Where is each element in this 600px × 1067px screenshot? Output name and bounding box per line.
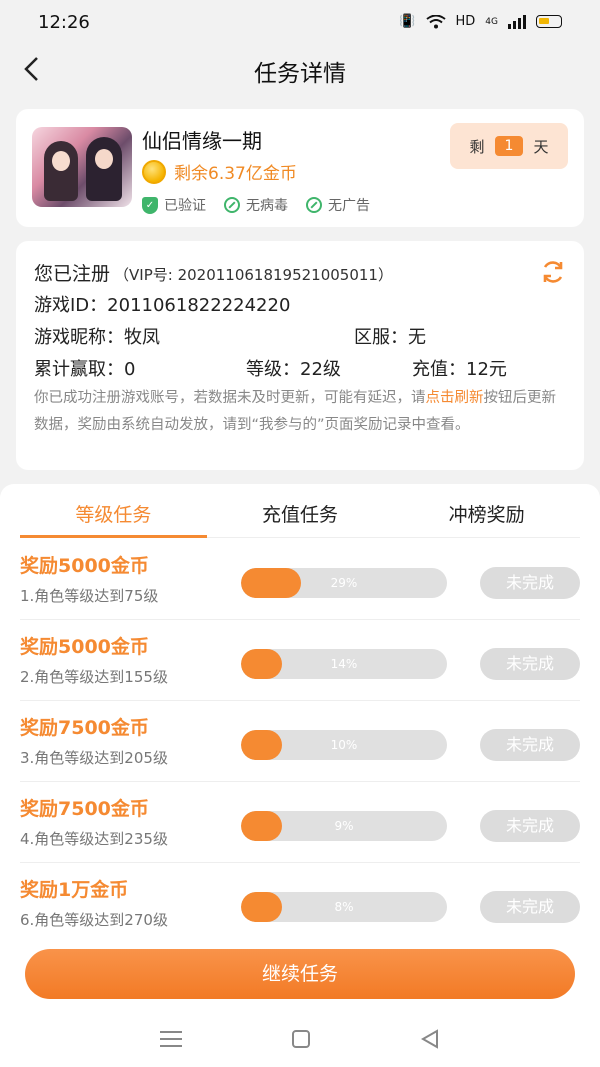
continue-task-button[interactable]: 继续任务 (25, 949, 575, 999)
task-status-button[interactable]: 未完成 (480, 567, 580, 599)
task-progress-label: 14% (330, 657, 358, 671)
vibrate-icon: 📳 (399, 14, 416, 29)
days-remaining-count: 1 (494, 136, 524, 156)
task-status-button[interactable]: 未完成 (480, 648, 580, 680)
task-reward: 奖励1万金币 (20, 879, 129, 901)
shield-check-icon: ✓ (142, 196, 158, 214)
no-virus-icon (224, 197, 240, 213)
task-description: 3.角色等级达到205级 (20, 749, 168, 767)
system-nav-bar (0, 1010, 600, 1067)
registration-title: 您已注册 （VIP号: 20201106181952100501​1） (34, 263, 393, 285)
game-card: 仙侣情缘一期 剩余6.37亿金币 ✓ 已验证 无病毒 无广告 剩 1 天 (16, 109, 584, 227)
task-description: 6.角色等级达到270级 (20, 911, 168, 929)
status-bar: 12:26 📳 HD 4G (0, 0, 600, 46)
signal-type: 4G (485, 16, 498, 27)
recharge-amount: 充值：12元 (412, 359, 507, 380)
task-progress-label: 29% (330, 576, 358, 590)
coins-left-text: 剩余6.37亿金币 (174, 164, 297, 184)
task-reward: 奖励5000金币 (20, 636, 149, 658)
badge-no-ads: 无广告 (306, 195, 370, 215)
task-progress-bar: 9% (241, 811, 447, 841)
task-row: 奖励7500金币 3.角色等级达到205级 10% 未完成 (20, 701, 580, 782)
task-progress-label: 9% (334, 819, 354, 833)
badges: ✓ 已验证 无病毒 无广告 (142, 195, 370, 215)
game-server: 区服：无 (354, 327, 426, 348)
task-reward: 奖励7500金币 (20, 798, 149, 820)
task-tabs: 等级任务 充值任务 冲榜奖励 (20, 484, 580, 538)
task-reward: 奖励7500金币 (20, 717, 149, 739)
game-id: 游戏ID：2011061822224220 (34, 295, 291, 316)
task-description: 1.角色等级达到75级 (20, 587, 159, 605)
days-remaining: 剩 1 天 (450, 123, 568, 169)
coins-left: 剩余6.37亿金币 (142, 159, 297, 184)
registration-note: 你已成功注册游戏账号，若数据未及时更新，可能有延迟，请点击刷新按钮后更新数据，奖… (34, 390, 556, 433)
task-progress-bar: 10% (241, 730, 447, 760)
vip-number: （VIP号: 20201106181952100501​1） (114, 266, 393, 284)
task-progress-bar: 14% (241, 649, 447, 679)
click-refresh-link[interactable]: 点击刷新 (426, 390, 484, 406)
task-progress-bar: 8% (241, 892, 447, 922)
task-status-button[interactable]: 未完成 (480, 810, 580, 842)
task-progress-label: 8% (334, 900, 354, 914)
back-triangle-icon[interactable] (420, 1028, 440, 1049)
badge-no-virus: 无病毒 (224, 195, 288, 215)
menu-icon[interactable] (160, 1030, 182, 1047)
tab-recharge-tasks[interactable]: 充值任务 (207, 484, 394, 537)
task-row: 奖励5000金币 1.角色等级达到75级 29% 未完成 (20, 539, 580, 620)
coin-icon (142, 159, 166, 184)
nav-bar: 任务详情 (0, 46, 600, 92)
total-earned: 累计赢取：0 (34, 359, 136, 380)
badge-verified: ✓ 已验证 (142, 195, 206, 215)
signal-icon (508, 14, 526, 29)
task-status-button[interactable]: 未完成 (480, 891, 580, 923)
task-row: 奖励7500金币 4.角色等级达到235级 9% 未完成 (20, 782, 580, 863)
task-description: 4.角色等级达到235级 (20, 830, 168, 848)
registration-card: 您已注册 （VIP号: 20201106181952100501​1） 游戏ID：… (16, 241, 584, 470)
wifi-icon (425, 14, 446, 28)
no-ads-icon (306, 197, 322, 213)
task-progress-bar: 29% (241, 568, 447, 598)
battery-icon (536, 15, 562, 28)
tab-ranking-rewards[interactable]: 冲榜奖励 (393, 484, 580, 537)
status-icons: 📳 HD 4G (399, 14, 562, 29)
task-row: 奖励5000金币 2.角色等级达到155级 14% 未完成 (20, 620, 580, 701)
game-cover-image[interactable] (32, 127, 132, 207)
tab-level-tasks[interactable]: 等级任务 (20, 484, 207, 538)
status-time: 12:26 (38, 12, 90, 33)
task-reward: 奖励5000金币 (20, 555, 149, 577)
game-level: 等级：22级 (246, 359, 341, 380)
task-progress-label: 10% (330, 738, 358, 752)
task-description: 2.角色等级达到155级 (20, 668, 168, 686)
page-title: 任务详情 (254, 61, 346, 87)
task-status-button[interactable]: 未完成 (480, 729, 580, 761)
game-nickname: 游戏昵称：牧凤 (34, 327, 160, 348)
game-name: 仙侣情缘一期 (142, 129, 262, 153)
network-type: HD (455, 14, 476, 29)
task-row: 奖励1万金币 6.角色等级达到270级 8% 未完成 (20, 863, 580, 944)
home-icon[interactable] (292, 1029, 310, 1048)
refresh-icon[interactable] (540, 259, 566, 285)
